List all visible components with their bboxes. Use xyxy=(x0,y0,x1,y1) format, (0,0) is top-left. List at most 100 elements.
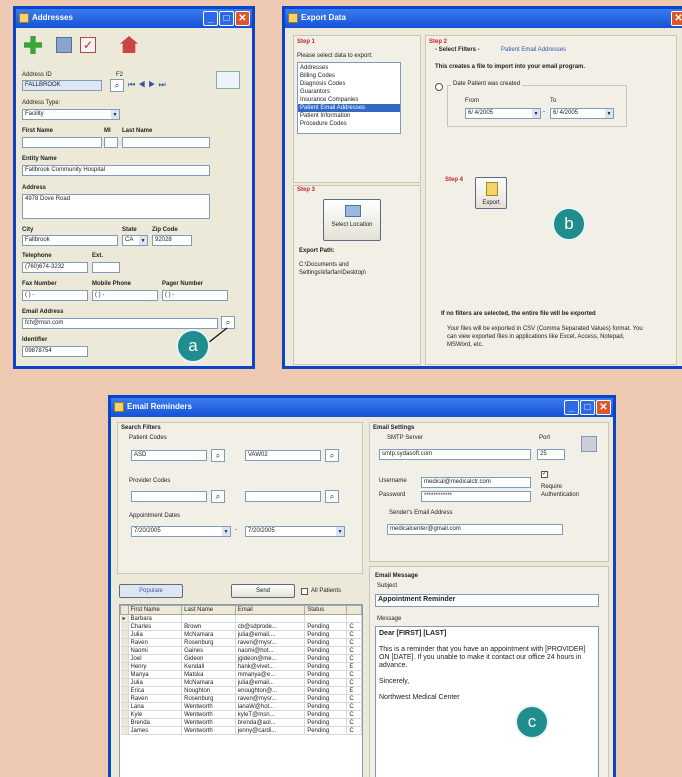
select-location-label: Select Location xyxy=(331,222,373,228)
table-cell: Kendall xyxy=(181,662,236,671)
search-icon[interactable]: ⌕ xyxy=(211,490,225,503)
table-cell: Pending xyxy=(304,710,348,719)
appointment-dates-label: Appointment Dates xyxy=(129,513,181,519)
window-title: Export Data xyxy=(301,13,346,22)
select-location-button[interactable]: Select Location xyxy=(323,199,381,241)
username-field[interactable]: medical@medicalctr.com xyxy=(421,477,531,488)
chevron-down-icon: ▼ xyxy=(605,109,613,118)
data-list[interactable]: Addresses Billing Codes Diagnosis Codes Gua… xyxy=(297,62,401,134)
table-cell: raven@mysr... xyxy=(235,694,306,703)
column-header[interactable]: Status xyxy=(304,605,348,615)
export-button[interactable]: Export xyxy=(475,177,507,209)
search-filters-label: Search Filters xyxy=(121,425,161,431)
table-cell xyxy=(235,614,306,623)
table-row[interactable]: ▸ Barbara xyxy=(120,614,362,623)
require-auth-checkbox[interactable]: ✓ xyxy=(541,471,548,478)
row-indicator xyxy=(120,726,129,735)
table-cell: Noughton xyxy=(181,686,236,695)
send-button[interactable]: Send xyxy=(231,584,295,598)
table-row[interactable]: Julia McNamara julia@email... Pending C xyxy=(120,678,362,687)
table-cell: C xyxy=(346,678,362,687)
table-cell: Rosenburg xyxy=(181,638,236,647)
step3-label: Step 3 xyxy=(297,187,316,193)
table-cell: Pending xyxy=(304,622,348,631)
filters-label: - Select Filters - xyxy=(435,47,480,53)
table-row[interactable]: Naomi Gaines naomi@hot... Pending C xyxy=(120,646,362,655)
close-button[interactable]: ✕ xyxy=(671,11,682,26)
table-cell: Brenda xyxy=(128,718,183,727)
row-indicator xyxy=(120,710,129,719)
message-label: Message xyxy=(377,616,402,622)
table-row[interactable]: Joel Gideon jgideon@me... Pending C xyxy=(120,654,362,663)
from-date-value: 6/ 4/2005 xyxy=(468,110,494,116)
password-field[interactable]: ************ xyxy=(421,491,531,502)
row-indicator xyxy=(120,694,129,703)
subject-field[interactable]: Appointment Reminder xyxy=(375,594,599,607)
populate-button[interactable]: Populate xyxy=(119,584,183,598)
creates-note: This creates a file to import into your … xyxy=(435,64,586,70)
table-row[interactable]: Lana Wentworth lanaW@hot... Pending C xyxy=(120,702,362,711)
column-header[interactable]: First Name xyxy=(127,605,183,615)
sender-field[interactable]: medicalcenter@gmail.com xyxy=(387,524,563,535)
list-item[interactable]: Guarantors xyxy=(298,88,400,96)
export-path: C:\Documents and Settings\kfarfan\Deskto… xyxy=(299,262,367,276)
list-item[interactable]: Procedure Codes xyxy=(298,120,400,128)
patient-from-field[interactable]: ASD xyxy=(131,450,207,461)
row-indicator xyxy=(120,646,129,655)
column-header[interactable]: Email xyxy=(234,605,306,615)
search-icon[interactable]: ⌕ xyxy=(325,490,339,503)
maximize-button[interactable]: □ xyxy=(580,400,595,415)
table-cell: enoughton@... xyxy=(235,686,306,695)
to-date-picker[interactable]: 6/ 4/2005 ▼ xyxy=(550,108,614,119)
row-indicator xyxy=(120,718,129,727)
date-radio[interactable] xyxy=(435,83,443,91)
require-auth-label: Require Authentication xyxy=(541,484,580,498)
table-row[interactable]: Charles Brown cb@sdprode... Pending C xyxy=(120,622,362,631)
table-row[interactable]: James Wentworth jenny@cardi... Pending C xyxy=(120,726,362,735)
provider-from-field[interactable] xyxy=(131,491,207,502)
column-header[interactable]: Last Name xyxy=(181,605,236,615)
provider-to-field[interactable] xyxy=(245,491,321,502)
table-cell: Pending xyxy=(304,678,348,687)
csv-note: Your files will be exported in CSV (Comm… xyxy=(447,326,643,348)
search-icon[interactable]: ⌕ xyxy=(325,449,339,462)
list-item[interactable]: Patient Information xyxy=(298,112,400,120)
table-row[interactable]: Henry Kendall hank@vivet... Pending E xyxy=(120,662,362,671)
column-header[interactable] xyxy=(346,605,362,615)
list-item[interactable]: Diagnosis Codes xyxy=(298,80,400,88)
list-item[interactable]: Patient Email Addresses xyxy=(298,104,400,112)
table-cell: C xyxy=(346,646,362,655)
smtp-label: SMTP Server xyxy=(387,435,423,441)
table-row[interactable]: Brenda Wentworth brenda@aol... Pending C xyxy=(120,718,362,727)
from-date-picker[interactable]: 6/ 4/2005 ▼ xyxy=(465,108,541,119)
message-sincerely: Sincerely, xyxy=(379,678,410,685)
chevron-down-icon: ▼ xyxy=(336,527,344,536)
callout-c: c xyxy=(515,705,549,739)
close-button[interactable]: ✕ xyxy=(596,400,611,415)
save-settings-icon[interactable] xyxy=(581,436,597,452)
date-from-picker[interactable]: 7/20/2005 ▼ xyxy=(131,526,231,537)
list-item[interactable]: Addresses xyxy=(298,64,400,72)
export-path-label: Export Path: xyxy=(299,248,335,254)
smtp-field[interactable]: smtp.sydasoft.com xyxy=(379,449,531,460)
row-indicator xyxy=(120,686,129,695)
table-row[interactable]: Kyle Wentworth kyleT@msn... Pending C xyxy=(120,710,362,719)
row-indicator xyxy=(120,630,129,639)
chevron-down-icon: ▼ xyxy=(532,109,540,118)
table-row[interactable]: Erica Noughton enoughton@... Pending E xyxy=(120,686,362,695)
port-field[interactable]: 25 xyxy=(537,449,565,460)
list-item[interactable]: Billing Codes xyxy=(298,72,400,80)
table-row[interactable]: Manya Matska mmanya@e... Pending C xyxy=(120,670,362,679)
message-textarea[interactable]: Dear [FIRST] [LAST] This is a reminder t… xyxy=(375,626,599,777)
list-item[interactable]: Insurance Companies xyxy=(298,96,400,104)
minimize-button[interactable]: _ xyxy=(564,400,579,415)
search-icon[interactable]: ⌕ xyxy=(211,449,225,462)
date-to-value: 7/20/2005 xyxy=(248,528,275,534)
table-row[interactable]: Julia McNamara julia@email.... Pending C xyxy=(120,630,362,639)
patient-to-field[interactable]: VAW02 xyxy=(245,450,321,461)
all-patients-checkbox[interactable] xyxy=(301,588,308,595)
date-to-picker[interactable]: 7/20/2005 ▼ xyxy=(245,526,345,537)
table-cell: Pending xyxy=(304,670,348,679)
table-row[interactable]: Raven Rosenburg raven@mysr... Pending C xyxy=(120,694,362,703)
table-row[interactable]: Raven Rosenburg raven@mysr... Pending C xyxy=(120,638,362,647)
